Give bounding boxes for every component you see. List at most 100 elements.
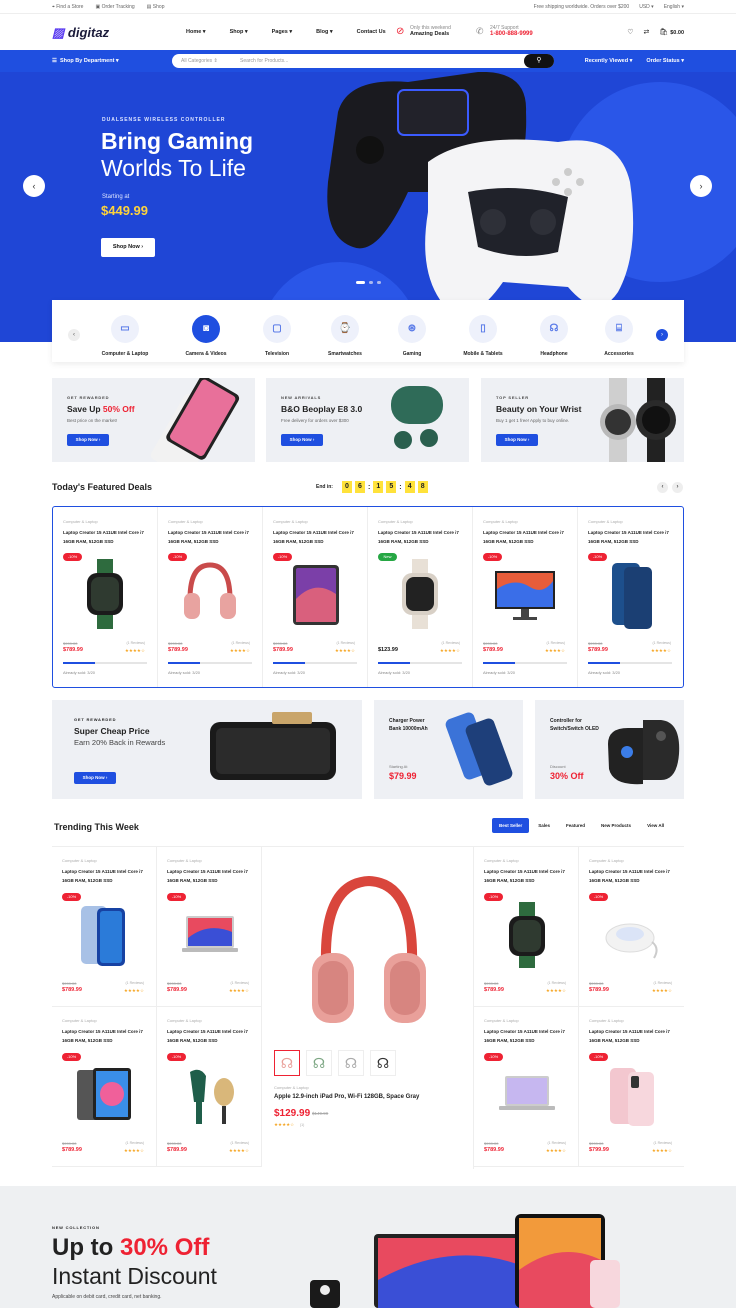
product-name[interactable]: Laptop Creator 15 A11UE Intel Core i7 16… <box>484 1027 574 1045</box>
category-label: Mobile & Tablets <box>463 351 503 357</box>
laptop-icon: ▭ <box>111 315 139 343</box>
logo-mark-icon: ▨ <box>52 25 65 40</box>
hero-prev-button[interactable]: ‹ <box>23 175 45 197</box>
featured-product-name[interactable]: Apple 12.9-inch iPad Pro, Wi-Fi 128GB, S… <box>274 1094 419 1100</box>
product-name[interactable]: Laptop Creator 15 A11UE Intel Core i7 16… <box>378 528 468 546</box>
category-television[interactable]: ▢ Television <box>242 315 312 357</box>
recently-viewed-link[interactable]: Recently Viewed ▾ <box>585 58 633 64</box>
thumbnail-green[interactable]: ☊ <box>306 1050 332 1076</box>
product-name[interactable]: Laptop Creator 15 A11UE Intel Core i7 16… <box>167 867 257 885</box>
product-name[interactable]: Laptop Creator 15 A11UE Intel Core i7 16… <box>484 867 574 885</box>
deal-card[interactable]: Computer & Laptop Laptop Creator 15 A11U… <box>473 507 578 687</box>
thumbnail-silver[interactable]: ☊ <box>338 1050 364 1076</box>
category-camera-videos[interactable]: ◙ Camera & Videos <box>171 315 241 357</box>
product-name[interactable]: Laptop Creator 15 A11UE Intel Core i7 16… <box>168 528 258 546</box>
promo-card-wrist[interactable]: TOP SELLER Beauty on Your Wrist Buy 1 ge… <box>481 378 684 462</box>
currency-select[interactable]: USD ▾ <box>639 4 653 10</box>
featured-product[interactable]: ☊ ☊ ☊ ☊ Computer & Laptop Apple 12.9-inc… <box>262 847 474 1169</box>
deals-next-button[interactable]: › <box>672 482 683 493</box>
thumbnail-black[interactable]: ☊ <box>370 1050 396 1076</box>
promo-power-bank[interactable]: Charger Power Bank 10000mAh Starting At $… <box>374 700 523 799</box>
compare-icon[interactable]: ⇄ <box>644 28 650 36</box>
product-name[interactable]: Laptop Creator 15 A11UE Intel Core i7 16… <box>62 1027 152 1045</box>
deal-card[interactable]: Computer & Laptop Laptop Creator 15 A11U… <box>53 507 158 687</box>
search-input[interactable]: Search for Products... <box>240 58 288 64</box>
tab-view-all[interactable]: View All <box>640 818 671 833</box>
wishlist-heart-icon[interactable]: ♡ <box>627 28 633 36</box>
slider-dot[interactable] <box>356 281 365 284</box>
nav-blog[interactable]: Blog ▾ <box>316 29 333 35</box>
category-gaming[interactable]: ⊛ Gaming <box>377 315 447 357</box>
site-logo[interactable]: ▨ digitaz <box>52 25 109 41</box>
hero-next-button[interactable]: › <box>690 175 712 197</box>
category-accessories[interactable]: ⌸ Accessories <box>584 315 654 357</box>
order-tracking-link[interactable]: ▣ Order Tracking <box>95 4 134 10</box>
product-name[interactable]: Laptop Creator 15 A11UE Intel Core i7 16… <box>589 867 679 885</box>
promo-shop-now-button[interactable]: Shop Now › <box>496 434 538 446</box>
category-smartwatches[interactable]: ⌚ Smartwatches <box>310 315 380 357</box>
featured-deals-grid: Computer & Laptop Laptop Creator 15 A11U… <box>52 506 684 688</box>
nav-contact[interactable]: Contact Us <box>357 29 386 35</box>
promo-card-save-up[interactable]: GET REWARDED Save Up 50% Off Best price … <box>52 378 255 462</box>
slider-dot[interactable] <box>369 281 373 284</box>
promo-super-cheap[interactable]: GET REWARDED Super Cheap Price Earn 20% … <box>52 700 362 799</box>
sale-price: $789.99 <box>484 1147 504 1153</box>
promo-card-beoplay[interactable]: NEW ARRIVALS B&O Beoplay E8 3.0 Free del… <box>266 378 469 462</box>
cart-button[interactable]: 🛍 $0.00 <box>659 28 684 36</box>
product-name[interactable]: Laptop Creator 15 A11UE Intel Core i7 16… <box>588 528 678 546</box>
category-computer-laptop[interactable]: ▭ Computer & Laptop <box>90 315 160 357</box>
product-card[interactable]: Computer & Laptop Laptop Creator 15 A11U… <box>52 1007 157 1167</box>
product-card[interactable]: Computer & Laptop Laptop Creator 15 A11U… <box>52 847 157 1007</box>
category-next-button[interactable]: › <box>656 329 668 341</box>
search-button[interactable]: ⚲ <box>524 54 554 68</box>
deal-card[interactable]: Computer & Laptop Laptop Creator 15 A11U… <box>263 507 368 687</box>
product-name[interactable]: Laptop Creator 15 A11UE Intel Core i7 16… <box>483 528 573 546</box>
category-headphone[interactable]: ☊ Headphone <box>519 315 589 357</box>
tab-new-products[interactable]: New Products <box>594 818 638 833</box>
shop-by-department-button[interactable]: ☰ Shop By Department ▾ <box>52 58 119 64</box>
nav-home[interactable]: Home ▾ <box>186 29 206 35</box>
shop-link[interactable]: ▤ Shop <box>147 4 165 10</box>
product-name[interactable]: Laptop Creator 15 A11UE Intel Core i7 16… <box>273 528 363 546</box>
sale-price: $123.99 <box>378 647 398 653</box>
product-name[interactable]: Laptop Creator 15 A11UE Intel Core i7 16… <box>62 867 152 885</box>
language-select[interactable]: English ▾ <box>664 4 684 10</box>
slider-dot[interactable] <box>377 281 381 284</box>
product-card[interactable]: Computer & Laptop Laptop Creator 15 A11U… <box>157 847 262 1007</box>
product-card[interactable]: Computer & Laptop Laptop Creator 15 A11U… <box>474 1007 579 1167</box>
find-store-link[interactable]: ⌖ Find a Store <box>52 4 83 10</box>
tab-sales[interactable]: Sales <box>531 818 557 833</box>
amazing-deals-link[interactable]: ⊘ Only this weekend Amazing Deals <box>396 25 451 37</box>
category-label: Gaming <box>402 351 422 357</box>
deal-card[interactable]: Computer & Laptop Laptop Creator 15 A11U… <box>368 507 473 687</box>
category-prev-button[interactable]: ‹ <box>68 329 80 341</box>
deals-prev-button[interactable]: ‹ <box>657 482 668 493</box>
deal-card[interactable]: Computer & Laptop Laptop Creator 15 A11U… <box>158 507 263 687</box>
hero-shop-now-button[interactable]: Shop Now › <box>101 238 155 257</box>
promo-kicker: TOP SELLER <box>496 395 529 400</box>
nav-pages[interactable]: Pages ▾ <box>272 29 293 35</box>
promo-shop-now-button[interactable]: Shop Now › <box>281 434 323 446</box>
promo-shop-now-button[interactable]: Shop Now › <box>67 434 109 446</box>
banner-title: Charger Power Bank 10000mAh <box>389 717 428 733</box>
main-nav: Home ▾ Shop ▾ Pages ▾ Blog ▾ Contact Us <box>186 29 386 35</box>
banner-shop-now-button[interactable]: Shop Now › <box>74 772 116 784</box>
search-category-select[interactable]: All Categories ⇕ <box>181 58 218 64</box>
category-mobile-tablets[interactable]: ▯ Mobile & Tablets <box>448 315 518 357</box>
product-card[interactable]: Computer & Laptop Laptop Creator 15 A11U… <box>157 1007 262 1167</box>
product-name[interactable]: Laptop Creator 15 A11UE Intel Core i7 16… <box>167 1027 257 1045</box>
promo-switch-controller[interactable]: Controller for Switch/Switch OLED Discoun… <box>535 700 684 799</box>
nav-shop[interactable]: Shop ▾ <box>230 29 248 35</box>
product-card[interactable]: Computer & Laptop Laptop Creator 15 A11U… <box>579 847 684 1007</box>
tab-featured[interactable]: Featured <box>559 818 592 833</box>
thumbnail-pink[interactable]: ☊ <box>274 1050 300 1076</box>
product-card[interactable]: Computer & Laptop Laptop Creator 15 A11U… <box>579 1007 684 1167</box>
order-status-link[interactable]: Order Status ▾ <box>646 58 684 64</box>
support-phone[interactable]: ✆ 24/7 Support 1-800-888-9999 <box>476 25 533 37</box>
deal-card[interactable]: Computer & Laptop Laptop Creator 15 A11U… <box>578 507 683 687</box>
tab-best-seller[interactable]: Best Seller <box>492 818 530 833</box>
discount-badge: -10% <box>484 1053 503 1061</box>
product-name[interactable]: Laptop Creator 15 A11UE Intel Core i7 16… <box>589 1027 679 1045</box>
product-card[interactable]: Computer & Laptop Laptop Creator 15 A11U… <box>474 847 579 1007</box>
product-name[interactable]: Laptop Creator 15 A11UE Intel Core i7 16… <box>63 528 153 546</box>
